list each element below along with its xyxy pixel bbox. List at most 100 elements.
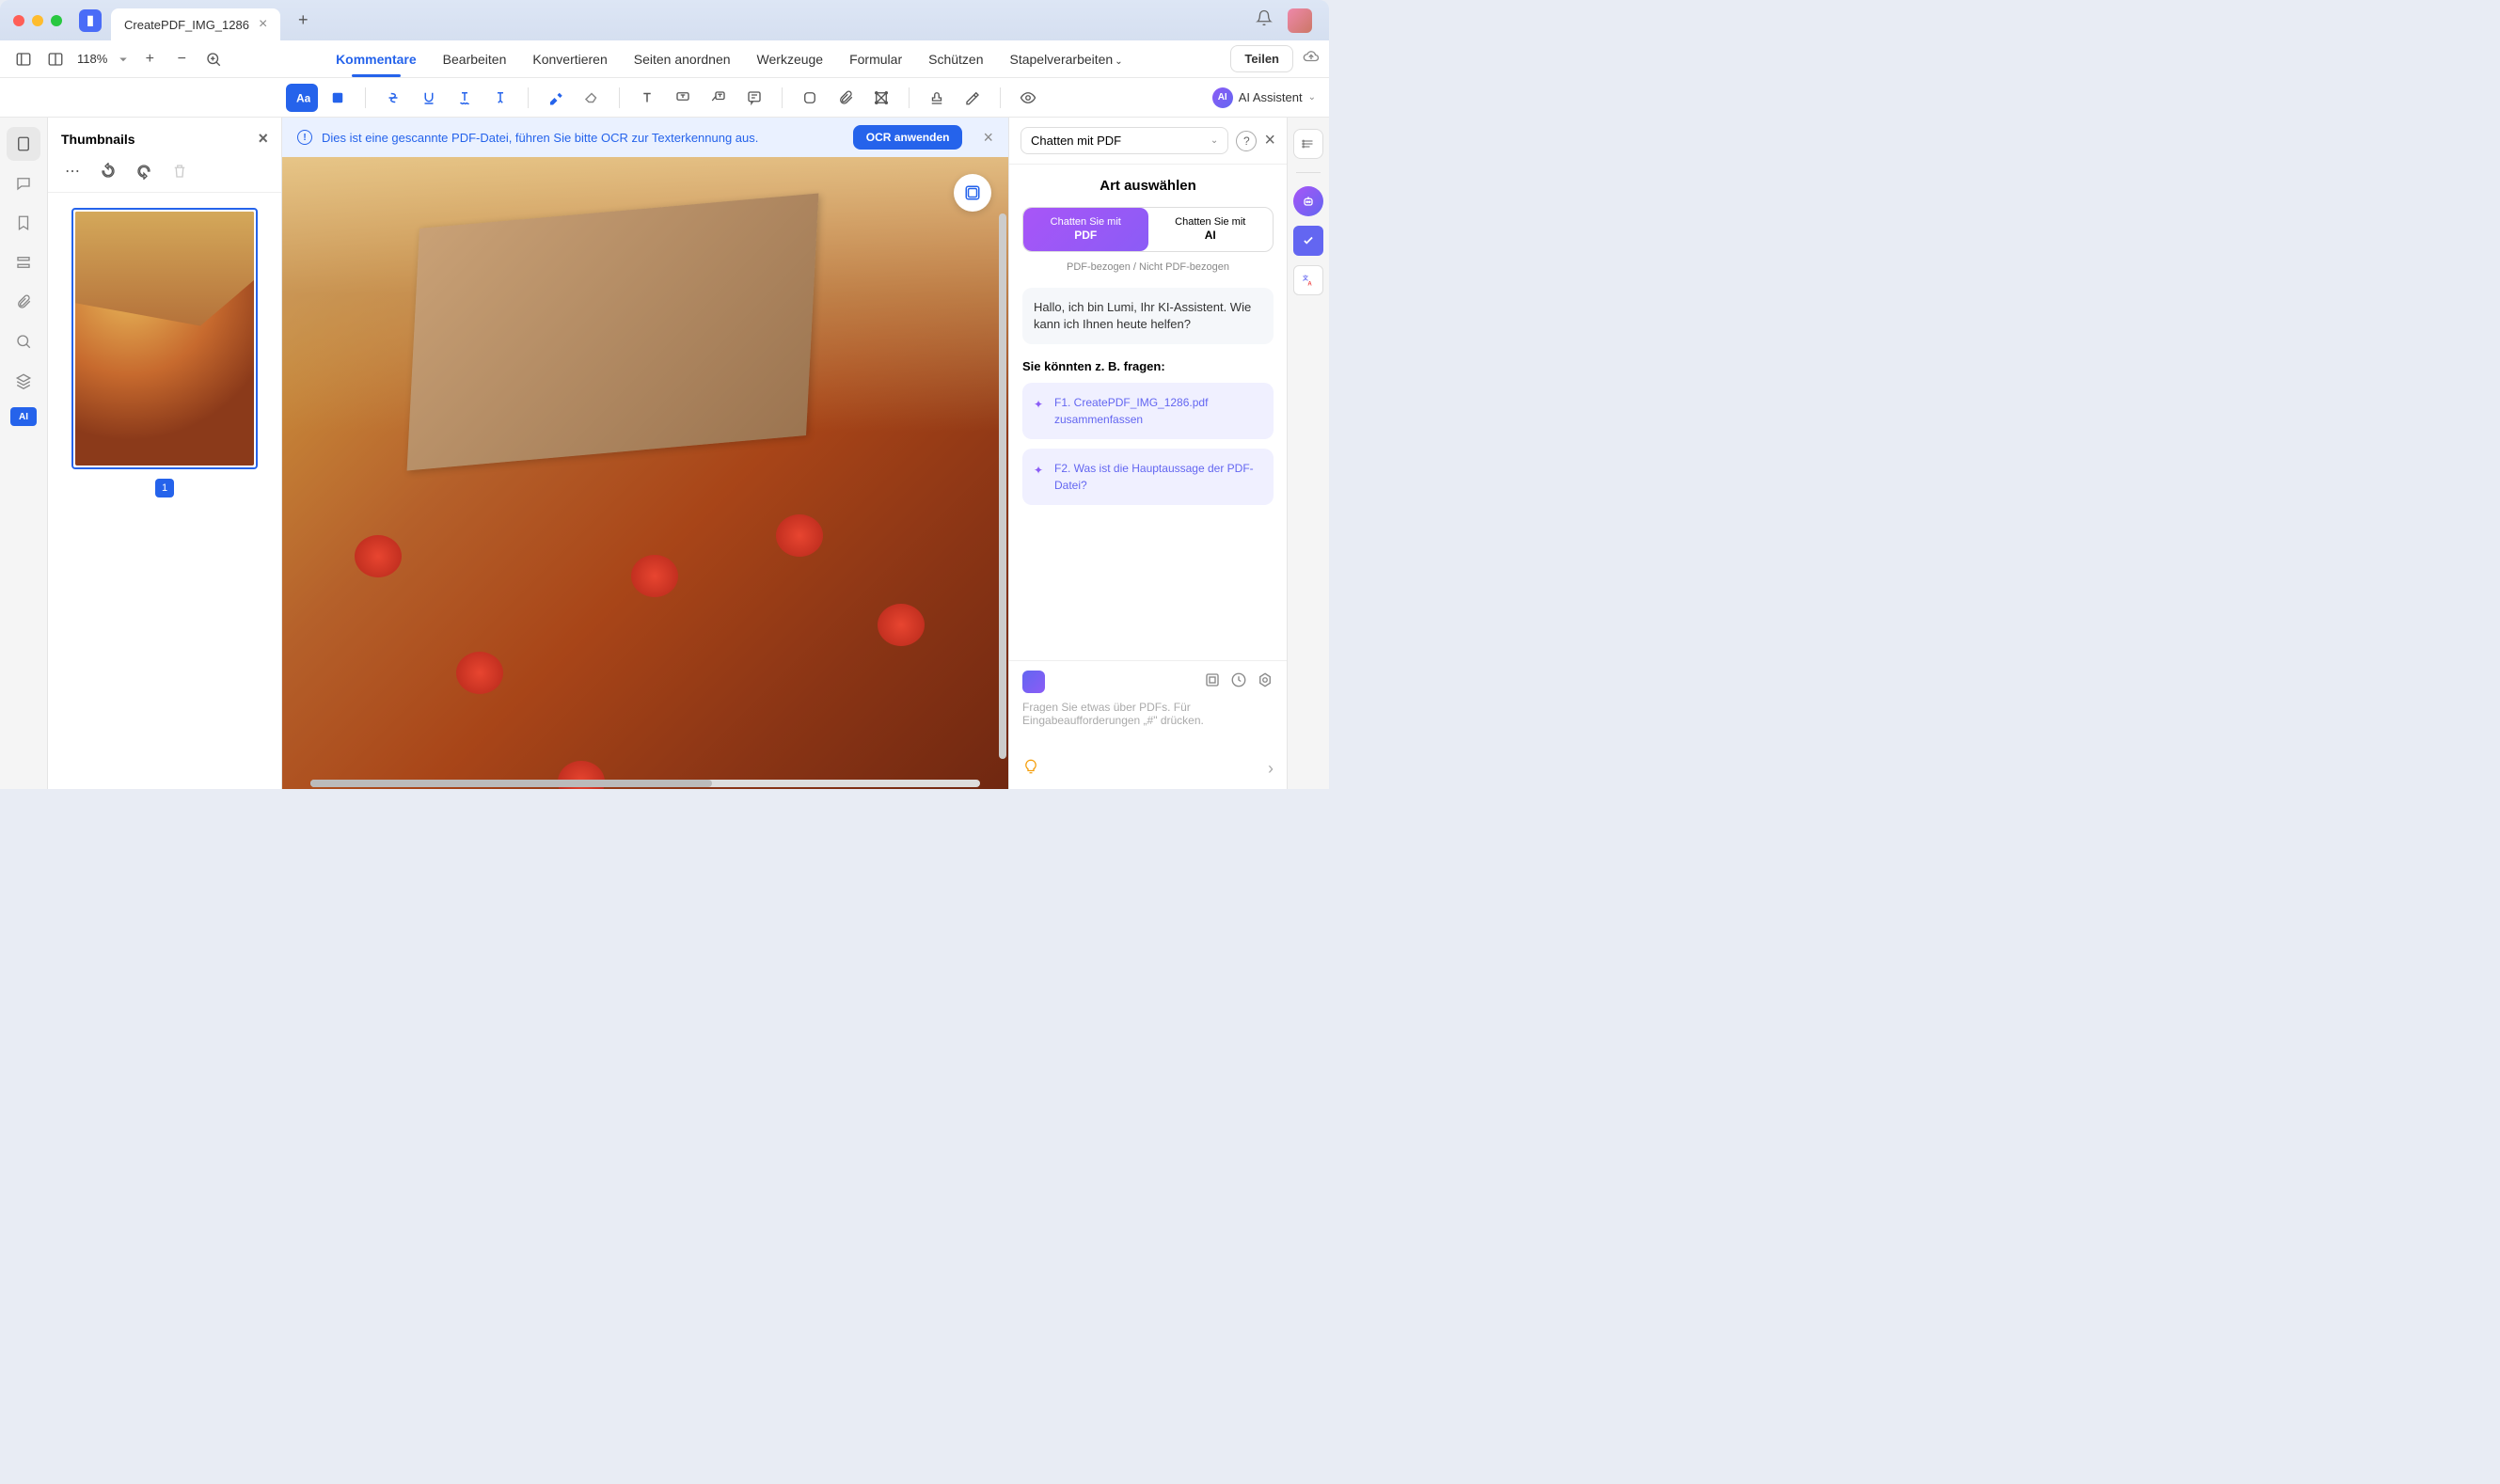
ai-panel-title: Art auswählen [1022,178,1274,194]
horizontal-scrollbar[interactable] [310,780,980,787]
tool-strikethrough-icon[interactable] [377,84,409,112]
thumbnails-rotate-left-icon[interactable] [97,160,119,182]
menubar: 118% + − Kommentare Bearbeiten Konvertie… [0,40,1329,78]
window-fullscreen-button[interactable] [51,15,62,26]
chevron-down-icon: ⌄ [1115,56,1122,67]
new-tab-button[interactable]: + [290,8,316,34]
ocr-apply-button[interactable]: OCR anwenden [853,125,963,150]
tool-callout-icon[interactable] [667,84,699,112]
ai-greeting-message: Hallo, ich bin Lumi, Ihr KI-Assistent. W… [1022,288,1274,344]
rail-thumbnails-icon[interactable] [7,127,40,161]
tool-area-highlight-icon[interactable] [322,84,354,112]
tool-text-annotation-icon[interactable]: Aa [286,84,318,112]
ai-send-button[interactable]: › [1268,759,1274,779]
document-viewport[interactable] [282,157,1008,789]
tool-measure-icon[interactable] [865,84,897,112]
tool-squiggly-icon[interactable] [449,84,481,112]
rail-bookmarks-icon[interactable] [7,206,40,240]
tool-highlighter-icon[interactable] [540,84,572,112]
tool-stamp-icon[interactable] [921,84,953,112]
ai-mode-dropdown[interactable]: Chatten mit PDF ⌄ [1021,127,1228,154]
rail-search-icon[interactable] [7,324,40,358]
zoom-in-button[interactable]: + [135,45,164,73]
tool-underline-icon[interactable] [413,84,445,112]
zoom-out-button[interactable]: − [167,45,196,73]
tab-seiten-anordnen[interactable]: Seiten anordnen [634,42,731,76]
app-logo-icon: ▮ [79,9,102,32]
window-minimize-button[interactable] [32,15,43,26]
tab-title: CreatePDF_IMG_1286 [124,18,249,32]
fit-page-icon[interactable] [199,45,228,73]
ai-suggest-title: Sie könnten z. B. fragen: [1022,359,1274,373]
zoom-dropdown-icon[interactable] [115,45,132,73]
ai-assistant-label: AI Assistent [1239,90,1303,104]
thumbnails-title: Thumbnails [61,132,135,147]
ai-input-field[interactable] [1022,701,1274,753]
screenshot-tool-icon[interactable] [954,174,991,212]
window-close-button[interactable] [13,15,24,26]
tool-visibility-icon[interactable] [1012,84,1044,112]
svg-text:Aa: Aa [296,91,310,104]
tool-text-callout-icon[interactable] [703,84,735,112]
rail-translate-icon[interactable]: 文A [1293,265,1323,295]
tab-stapelverarbeiten[interactable]: Stapelverarbeiten⌄ [1009,42,1122,76]
tool-signature-icon[interactable] [957,84,989,112]
notifications-icon[interactable] [1256,9,1273,31]
thumbnail-page-1[interactable] [71,208,258,469]
rail-ai-robot-icon[interactable] [1293,186,1323,216]
ai-panel-close-icon[interactable]: × [1264,130,1275,151]
ai-history-icon[interactable] [1230,671,1247,693]
rail-ai-icon[interactable]: AI [10,407,37,426]
ai-pdf-context-icon[interactable] [1022,671,1045,693]
tab-formular[interactable]: Formular [849,42,902,76]
tool-shape-icon[interactable] [794,84,826,112]
tool-note-icon[interactable] [738,84,770,112]
tool-attachment-icon[interactable] [830,84,862,112]
cloud-upload-icon[interactable] [1303,48,1320,70]
tab-close-icon[interactable]: × [259,16,267,33]
chevron-down-icon: ⌄ [1210,135,1218,146]
rail-check-icon[interactable] [1293,226,1323,256]
chevron-down-icon: ⌄ [1308,92,1316,103]
tab-werkzeuge[interactable]: Werkzeuge [757,42,824,76]
tool-eraser-icon[interactable] [576,84,608,112]
thumbnails-rotate-right-icon[interactable] [133,160,155,182]
ai-suggestion-1[interactable]: F1. CreatePDF_IMG_1286.pdf zusammenfasse… [1022,383,1274,439]
ai-mode-label: Chatten mit PDF [1031,134,1121,148]
ai-screenshot-icon[interactable] [1204,671,1221,693]
help-icon[interactable]: ? [1236,131,1257,151]
tool-textbox-icon[interactable] [631,84,663,112]
svg-text:A: A [1307,281,1312,287]
ai-subtext: PDF-bezogen / Nicht PDF-bezogen [1022,261,1274,273]
tab-schuetzen[interactable]: Schützen [928,42,983,76]
rail-properties-icon[interactable] [1293,129,1323,159]
thumbnails-more-icon[interactable]: ⋯ [61,160,84,182]
ai-assistant-dropdown[interactable]: AI AI Assistent ⌄ [1212,87,1316,108]
rail-comments-icon[interactable] [7,166,40,200]
panel-toggle-icon[interactable] [9,45,38,73]
titlebar: ▮ CreatePDF_IMG_1286 × + [0,0,1329,40]
rail-fields-icon[interactable] [7,245,40,279]
rail-attachments-icon[interactable] [7,285,40,319]
ai-toggle-ai[interactable]: Chatten Sie mitAI [1148,208,1274,251]
share-button[interactable]: Teilen [1230,45,1293,72]
thumbnails-delete-icon[interactable] [168,160,191,182]
ocr-banner-close-icon[interactable]: × [983,128,993,148]
tab-konvertieren[interactable]: Konvertieren [532,42,607,76]
ai-lightbulb-icon[interactable] [1022,758,1039,780]
document-tab[interactable]: CreatePDF_IMG_1286 × [111,8,280,40]
view-grid-icon[interactable] [41,45,70,73]
toolbar: Aa AI AI Assistent ⌄ [0,78,1329,118]
thumbnails-close-icon[interactable]: × [258,129,268,149]
tab-kommentare[interactable]: Kommentare [336,42,417,76]
user-avatar[interactable] [1288,8,1312,33]
ai-suggestion-2[interactable]: F2. Was ist die Hauptaussage der PDF-Dat… [1022,449,1274,505]
thumbnails-panel: Thumbnails × ⋯ 1 [48,118,282,789]
vertical-scrollbar[interactable] [999,213,1006,759]
tab-bearbeiten[interactable]: Bearbeiten [443,42,507,76]
tool-caret-icon[interactable] [484,84,516,112]
rail-layers-icon[interactable] [7,364,40,398]
ai-settings-icon[interactable] [1257,671,1274,693]
ai-toggle-pdf[interactable]: Chatten Sie mitPDF [1023,208,1148,251]
right-sidebar-rail: 文A [1287,118,1329,789]
